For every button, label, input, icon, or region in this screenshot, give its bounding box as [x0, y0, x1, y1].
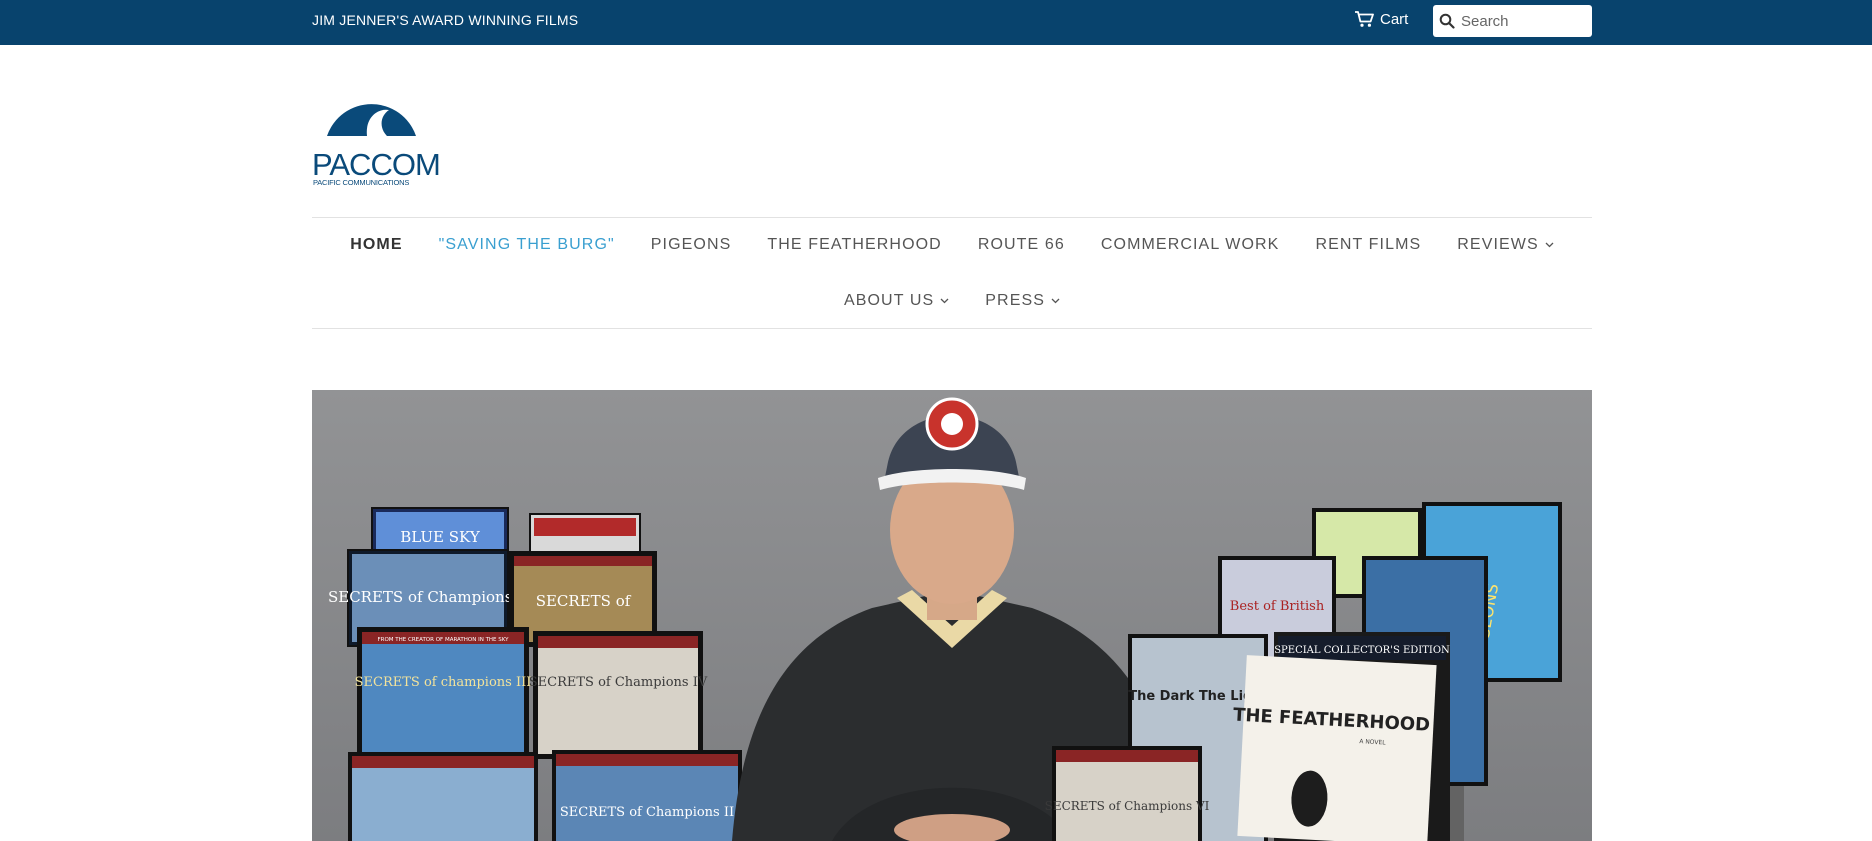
site-tagline: JIM JENNER'S AWARD WINNING FILMS: [312, 12, 579, 28]
nav-item-about-us[interactable]: ABOUT US: [826, 292, 967, 310]
dvd-case: SECRETS of Champions IV: [529, 631, 708, 759]
book-edition: SPECIAL COLLECTOR'S EDITION: [1274, 645, 1450, 656]
cart-icon: [1355, 11, 1374, 27]
nav-item-reviews[interactable]: REVIEWS: [1439, 236, 1572, 254]
dvd-case: SECRETS of Champions VI: [1045, 746, 1210, 841]
site-logo[interactable]: PACCOM PACIFIC COMMUNICATIONS: [312, 74, 441, 189]
dvd-title: Best of British: [1230, 599, 1325, 614]
dvd-title: SECRETS of Champions IV: [529, 675, 708, 690]
nav-item-saving-the-burg[interactable]: "SAVING THE BURG": [421, 236, 633, 254]
dvd-title: SECRETS of champions III: [355, 675, 532, 690]
dvd-case: [348, 752, 538, 841]
nav-label: PIGEONS: [650, 236, 732, 253]
wave-logo-icon: [327, 104, 416, 136]
chevron-down-icon: [940, 298, 949, 304]
nav-row-1: HOME "SAVING THE BURG" PIGEONS THE FEATH…: [312, 236, 1592, 254]
dvd-title: SECRETS of: [536, 592, 632, 610]
nav-label: PRESS: [985, 292, 1046, 309]
nav-label: ABOUT US: [843, 292, 935, 309]
nav-item-the-featherhood[interactable]: THE FEATHERHOOD: [749, 236, 959, 254]
nav-label: HOME: [350, 236, 403, 253]
nav-label: REVIEWS: [1457, 236, 1539, 253]
hero-image: BLUE SKY SECRETS of Champions V SECRETS …: [312, 390, 1592, 841]
nav-label: "SAVING THE BURG": [438, 236, 615, 253]
nav-item-route-66[interactable]: ROUTE 66: [960, 236, 1083, 254]
book-cover: SPECIAL COLLECTOR'S EDITION THE FEATHERH…: [1233, 632, 1450, 841]
dvd-title: SECRETS of Champions VI: [1045, 799, 1210, 813]
dvd-title: SECRETS of Champions II: [560, 805, 734, 820]
nav-item-commercial-work[interactable]: COMMERCIAL WORK: [1083, 236, 1298, 254]
main-navigation: HOME "SAVING THE BURG" PIGEONS THE FEATH…: [312, 217, 1592, 329]
search-icon[interactable]: [1439, 13, 1455, 29]
announcement-bar: JIM JENNER'S AWARD WINNING FILMS Cart: [0, 0, 1872, 45]
chevron-down-icon: [1545, 242, 1554, 248]
nav-item-pigeons[interactable]: PIGEONS: [633, 236, 750, 254]
dvd-title: BLUE SKY: [400, 528, 481, 546]
dvd-case: SECRETS of Champions II: [552, 750, 742, 841]
nav-label: RENT FILMS: [1315, 236, 1422, 253]
nav-label: THE FEATHERHOOD: [767, 236, 942, 253]
hero-photo: BLUE SKY SECRETS of Champions V SECRETS …: [312, 390, 1592, 841]
dvd-title: SECRETS of Champions V: [328, 588, 529, 606]
nav-item-press[interactable]: PRESS: [967, 292, 1078, 310]
nav-row-2: ABOUT US PRESS: [312, 292, 1592, 310]
logo-subtitle: PACIFIC COMMUNICATIONS: [313, 178, 410, 187]
chevron-down-icon: [1051, 298, 1060, 304]
book-kicker: A NOVEL: [1359, 738, 1386, 746]
dvd-case: FROM THE CREATOR OF MARATHON IN THE SKY …: [355, 627, 532, 759]
nav-item-home[interactable]: HOME: [332, 236, 420, 254]
cart-link[interactable]: Cart: [1354, 11, 1408, 28]
dvd-header: FROM THE CREATOR OF MARATHON IN THE SKY: [377, 637, 509, 643]
search-input[interactable]: [1461, 9, 1581, 33]
nav-item-rent-films[interactable]: RENT FILMS: [1297, 236, 1439, 254]
nav-label: COMMERCIAL WORK: [1100, 236, 1280, 253]
nav-label: ROUTE 66: [977, 236, 1065, 253]
search-form: [1433, 5, 1592, 37]
cart-label: Cart: [1380, 11, 1409, 28]
